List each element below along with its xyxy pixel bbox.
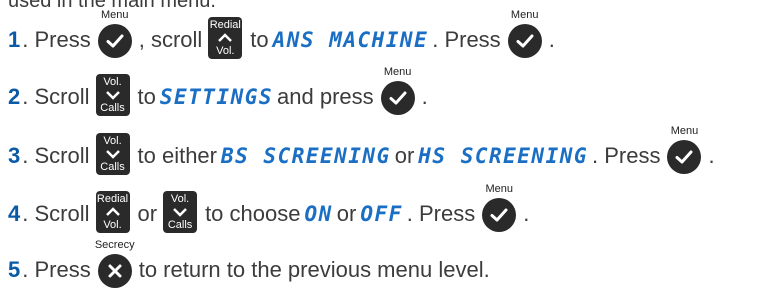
vol-calls-down-button[interactable]: Vol. Calls	[163, 191, 199, 233]
menu-button[interactable]: Menu	[481, 183, 517, 232]
step-text: to	[137, 84, 156, 109]
step-text: or	[394, 143, 415, 168]
redial-label: Redial	[96, 193, 129, 205]
step-text: and press	[277, 84, 374, 109]
chevron-down-icon	[105, 150, 120, 159]
vol-calls-down-button[interactable]: Vol. Calls	[95, 74, 132, 116]
calls-label: Calls	[167, 219, 193, 231]
redial-vol-up-button[interactable]: Redial Vol.	[208, 17, 244, 59]
redial-vol-up-button[interactable]: Redial Vol.	[95, 191, 132, 233]
step-text: .	[421, 84, 428, 109]
step-number: 4	[8, 201, 21, 226]
menu-caption: Menu	[510, 9, 539, 21]
menu-button[interactable]: Menu	[666, 125, 702, 174]
step-text: or	[137, 201, 158, 226]
vol-label: Vol.	[103, 219, 122, 231]
menu-caption: Menu	[383, 66, 412, 78]
checkmark-icon	[667, 140, 702, 174]
step-1: 1 . Press Menu , scroll Redial Vol. to A…	[8, 9, 555, 60]
step-text: . Scroll	[22, 84, 90, 109]
step-text: . Press	[22, 27, 91, 52]
menu-caption: Menu	[485, 183, 513, 195]
step-4: 4 . Scroll Redial Vol. or Vol. Calls to …	[8, 183, 530, 234]
chevron-up-icon	[105, 207, 120, 216]
step-text: , scroll	[138, 27, 203, 52]
calls-label: Calls	[100, 161, 125, 173]
lcd-ans-machine: ANS MACHINE	[272, 28, 429, 52]
step-text: . Press	[22, 257, 91, 282]
step-text: to either	[137, 143, 218, 168]
down-arrow-key-icon: Vol. Calls	[95, 133, 130, 175]
step-text: to choose	[205, 201, 301, 226]
menu-button[interactable]: Menu	[97, 9, 133, 58]
step-text: or	[336, 201, 357, 226]
menu-button[interactable]: Menu	[380, 66, 416, 115]
step-number: 5	[8, 257, 21, 282]
chevron-down-icon	[173, 208, 187, 217]
step-text: . Press	[432, 27, 501, 52]
step-text: . Scroll	[22, 143, 90, 168]
checkmark-icon	[97, 24, 132, 58]
vol-label: Vol.	[103, 135, 122, 147]
menu-caption: Menu	[670, 125, 699, 137]
lcd-hs-screening: HS SCREENING	[418, 144, 588, 168]
step-text: .	[548, 27, 555, 52]
lcd-settings: SETTINGS	[159, 85, 274, 109]
checkmark-icon	[507, 24, 542, 58]
down-arrow-key-icon: Vol. Calls	[163, 191, 198, 233]
chevron-down-icon	[105, 91, 120, 100]
down-arrow-key-icon: Vol. Calls	[95, 74, 130, 116]
menu-caption: Menu	[100, 9, 129, 21]
step-2: 2 . Scroll Vol. Calls to SETTINGS and pr…	[8, 66, 428, 117]
step-3: 3 . Scroll Vol. Calls to either BS SCREE…	[8, 125, 715, 176]
calls-label: Calls	[100, 102, 125, 114]
checkmark-icon	[380, 81, 415, 115]
step-5: 5 . Press Secrecy to return to the previ…	[8, 239, 490, 290]
step-text: . Press	[406, 201, 476, 226]
step-text: to return to the previous menu level.	[138, 257, 490, 282]
up-arrow-key-icon: Redial Vol.	[95, 191, 130, 233]
redial-label: Redial	[209, 19, 241, 31]
step-text: . Press	[592, 143, 661, 168]
up-arrow-key-icon: Redial Vol.	[208, 17, 243, 59]
lcd-off: OFF	[360, 202, 403, 226]
secrecy-button[interactable]: Secrecy	[95, 239, 135, 288]
step-number: 2	[8, 84, 21, 109]
vol-calls-down-button[interactable]: Vol. Calls	[95, 133, 132, 175]
step-number: 3	[8, 143, 21, 168]
lcd-on: ON	[304, 202, 333, 226]
secrecy-caption: Secrecy	[94, 239, 135, 251]
step-number: 1	[8, 27, 21, 52]
vol-label: Vol.	[170, 193, 190, 205]
chevron-up-icon	[218, 33, 233, 42]
step-text: .	[708, 143, 715, 168]
checkmark-icon	[482, 198, 517, 232]
step-text: . Scroll	[22, 201, 90, 226]
vol-label: Vol.	[216, 45, 235, 57]
step-text: .	[523, 201, 530, 226]
menu-button[interactable]: Menu	[507, 9, 543, 58]
step-text: to	[250, 27, 269, 52]
cross-icon	[97, 254, 132, 288]
vol-label: Vol.	[103, 76, 122, 88]
lcd-bs-screening: BS SCREENING	[221, 144, 391, 168]
